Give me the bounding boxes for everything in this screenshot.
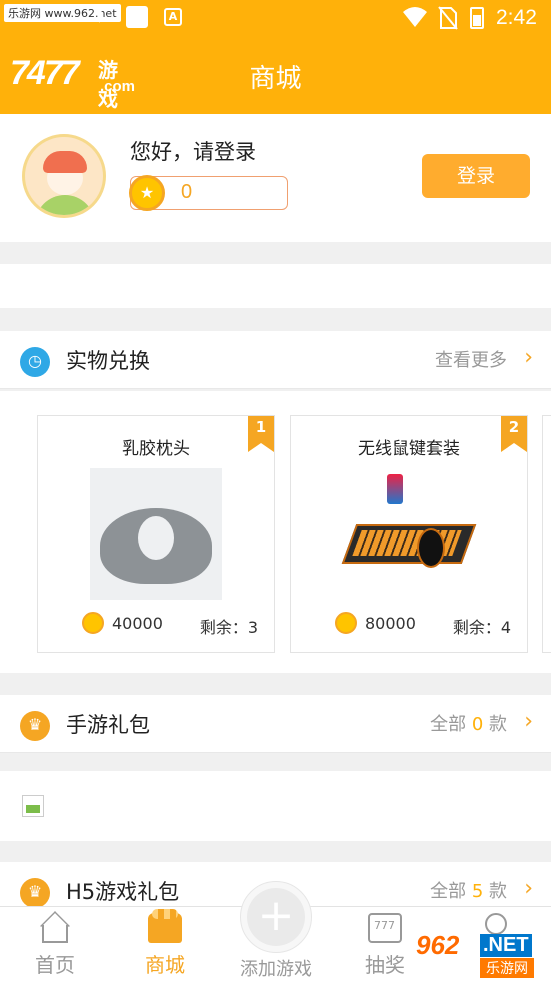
view-all-suffix: 款 — [489, 714, 507, 735]
status-bar: 乐游网 www.962.net ⬇ A 2:42 — [0, 0, 551, 36]
alarm-clock-icon: ◷ — [20, 347, 50, 377]
tab-label: 商城 — [145, 953, 185, 977]
product-image-pillow — [90, 468, 222, 600]
plus-icon: + — [247, 888, 305, 946]
broken-image-icon — [22, 795, 44, 817]
coin-icon — [335, 612, 357, 634]
banner-placeholder — [0, 264, 551, 308]
coin-icon: ★ — [129, 175, 165, 211]
overlay-logo-badge: 962 — [416, 930, 460, 960]
chevron-right-icon[interactable]: › — [524, 709, 533, 734]
bag-icon — [126, 6, 148, 28]
clock: 2:42 — [496, 6, 537, 29]
product-name: 无线鼠键套装 — [358, 439, 460, 459]
crown-icon: ♛ — [20, 711, 50, 741]
view-all-suffix: 款 — [489, 881, 507, 902]
no-sim-icon — [438, 6, 458, 30]
login-button[interactable]: 登录 — [422, 154, 530, 198]
add-game-button[interactable]: + — [240, 881, 312, 953]
view-all-link[interactable]: 全部 0 款 — [430, 710, 507, 736]
pillow-shape — [100, 508, 212, 584]
section-mobile-gifts: ♛ 手游礼包 全部 0 款 › — [0, 695, 551, 753]
product-price: 80000 — [365, 614, 416, 633]
overlay-logo-cn: 乐游网 — [480, 958, 534, 978]
page-title: 商城 — [249, 64, 302, 94]
crown-icon: ♛ — [20, 878, 50, 908]
view-all-prefix: 全部 — [430, 881, 467, 902]
gift-count: 5 — [471, 881, 484, 902]
product-card[interactable]: 1 乳胶枕头 40000 剩余：3 — [37, 415, 275, 653]
login-greeting[interactable]: 您好，请登录 — [130, 136, 256, 166]
view-all-prefix: 全部 — [430, 714, 467, 735]
view-all-link[interactable]: 全部 5 款 — [430, 877, 507, 903]
section-physical-exchange: ◷ 实物兑换 查看更多 › — [0, 331, 551, 389]
tab-shop[interactable]: 商城 — [110, 907, 220, 981]
overlay-logo: 962 .NET 乐游网 — [410, 926, 550, 978]
avatar-hair — [43, 151, 87, 173]
avatar-body — [35, 195, 95, 215]
slot-machine-icon — [368, 913, 402, 943]
section-title: H5游戏礼包 — [66, 880, 180, 904]
home-icon-body — [42, 925, 68, 943]
product-stock: 剩余：4 — [452, 618, 511, 637]
coin-balance-value: 0 — [181, 181, 193, 203]
coin-balance: ★ 0 — [129, 175, 288, 211]
product-list: 1 乳胶枕头 40000 剩余：3 2 无线鼠键套装 80000 剩余：4 — [0, 391, 551, 673]
tab-label[interactable]: 添加游戏 — [220, 955, 332, 981]
product-stock: 剩余：3 — [199, 618, 258, 637]
overlay-logo-net: .NET — [480, 934, 532, 957]
tab-home[interactable]: 首页 — [0, 907, 110, 981]
user-card: 您好，请登录 ★ 0 登录 — [0, 114, 551, 242]
keyboard-keys — [352, 530, 462, 556]
product-name: 乳胶枕头 — [122, 439, 190, 459]
gift-count: 0 — [471, 714, 484, 735]
section-title: 实物兑换 — [66, 349, 150, 373]
battery-icon — [470, 7, 484, 29]
tab-label: 首页 — [35, 953, 75, 977]
shop-icon — [148, 909, 182, 943]
coin-icon — [82, 612, 104, 634]
phone-shape — [387, 474, 403, 504]
chevron-right-icon[interactable]: › — [524, 345, 533, 370]
avatar[interactable] — [22, 134, 106, 218]
product-card[interactable]: 2 无线鼠键套装 80000 剩余：4 — [290, 415, 528, 653]
download-icon: ⬇ — [92, 6, 108, 27]
product-price: 40000 — [112, 614, 163, 633]
gift-list — [0, 771, 551, 841]
app-header: 7477 游戏 .com 商城 — [0, 36, 551, 114]
section-title: 手游礼包 — [66, 713, 150, 737]
chevron-right-icon[interactable]: › — [524, 876, 533, 901]
mouse-shape — [417, 528, 445, 568]
product-image-keyboard — [341, 468, 477, 600]
wifi-icon — [403, 7, 427, 27]
app-a-icon: A — [164, 8, 182, 26]
view-more-link[interactable]: 查看更多 — [435, 346, 507, 372]
product-card-partial[interactable] — [542, 415, 551, 653]
